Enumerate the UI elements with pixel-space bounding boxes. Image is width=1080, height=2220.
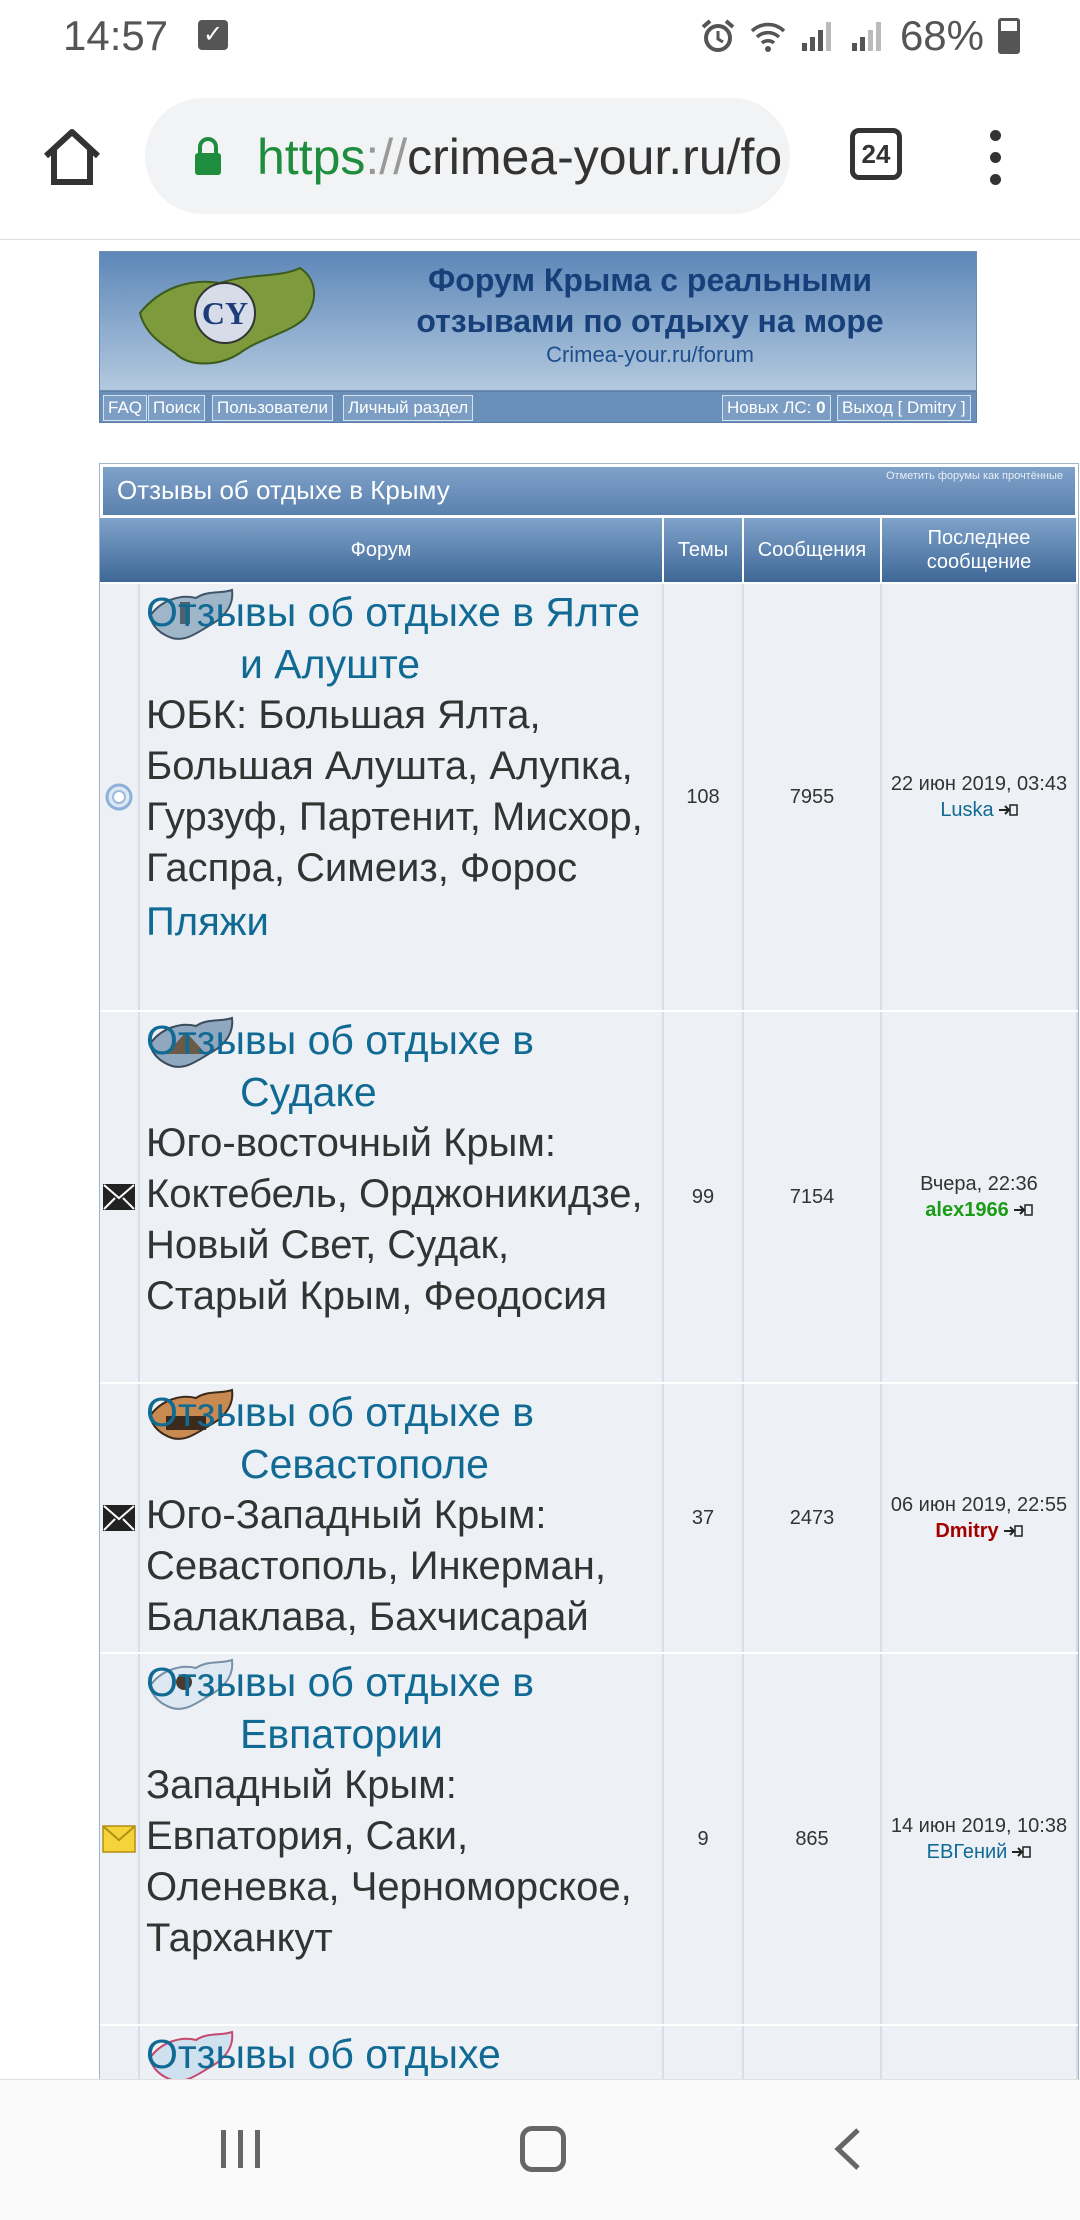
forum-nav: FAQ Поиск Пользователи Личный раздел Нов… (99, 391, 977, 423)
nav-faq[interactable]: FAQ (103, 395, 148, 421)
forum-link[interactable]: Отзывы об отдыхе (146, 2028, 656, 2079)
forum-cell: Отзывы об отдыхе в Севастополе Юго-Запад… (140, 1384, 664, 1652)
signal-2-icon (851, 22, 881, 51)
url-scheme: https (257, 129, 366, 185)
new-pm-label: Новых ЛС: (727, 398, 812, 417)
forum-table: Отзывы об отдыхе в Крыму Отметить форумы… (99, 463, 1079, 2079)
posts-count: 2473 (744, 1384, 882, 1652)
browser-toolbar: https://crimea-your.ru/fo 24 (0, 72, 1080, 240)
table-row: Отзывы об отдыхе в Севастополе Юго-Запад… (100, 1382, 1078, 1652)
forum-status-icon (100, 1012, 140, 1382)
table-row: Отзывы об отдыхе в Евпатории Западный Кр… (100, 1652, 1078, 2024)
col-forum: Форум (100, 518, 664, 582)
goto-post-icon[interactable] (1013, 1204, 1033, 1216)
table-row: Отзывы об отдыхе в Ялте и Алуште ЮБК: Бо… (100, 582, 1078, 1010)
nav-users[interactable]: Пользователи (212, 395, 333, 421)
forum-status-icon (100, 584, 140, 1010)
last-post: 06 июн 2019, 22:55 Dmitry (882, 1384, 1078, 1652)
last-post-date: 06 июн 2019, 22:55 (890, 1494, 1068, 1516)
new-pm-count: 0 (816, 398, 826, 417)
last-post-date: Вчера, 22:36 (920, 1173, 1038, 1195)
table-header: Форум Темы Сообщения Последнее сообщение (100, 518, 1078, 582)
status-bar: 14:57 ✓ 68% (0, 0, 1080, 72)
category-title[interactable]: Отзывы об отдыхе в Крыму (117, 475, 450, 505)
goto-post-icon[interactable] (1003, 1525, 1023, 1537)
url-host: crimea-your.ru/fo (407, 129, 783, 185)
banner-subtitle: Crimea-your.ru/forum (546, 342, 754, 367)
posts-count (744, 2026, 882, 2079)
posts-count: 7154 (744, 1012, 882, 1382)
posts-count: 7955 (744, 584, 882, 1010)
status-time: 14:57 (63, 12, 169, 59)
forum-cell: Отзывы об отдыхе (140, 2026, 664, 2079)
system-nav-bar (0, 2079, 1080, 2220)
lock-icon (195, 137, 221, 175)
last-post: Вчера, 22:36 alex1966 (882, 1012, 1078, 1382)
forum-description: Западный Крым: Евпатория, Саки, Оленевка… (146, 1763, 632, 1960)
goto-post-icon[interactable] (998, 804, 1018, 816)
forum-cell: Отзывы об отдыхе в Судаке Юго-восточный … (140, 1012, 664, 1382)
url-separator: :// (365, 129, 408, 185)
last-post: 14 июн 2019, 10:38 ЕВГений (882, 1654, 1078, 2024)
banner-title: Форум Крыма с реальными отзывами по отды… (416, 262, 884, 339)
nav-personal[interactable]: Личный раздел (343, 395, 474, 421)
forum-status-icon (100, 1384, 140, 1652)
last-post-user[interactable]: alex1966 (925, 1199, 1008, 1221)
address-bar[interactable]: https://crimea-your.ru/fo (145, 98, 790, 214)
web-page: CY Форум Крыма с реальными отзывами по о… (0, 241, 1080, 2079)
nav-logout[interactable]: Выход [ Dmitry ] (837, 395, 971, 421)
forum-banner[interactable]: CY Форум Крыма с реальными отзывами по о… (99, 251, 977, 391)
forum-cell: Отзывы об отдыхе в Евпатории Западный Кр… (140, 1654, 664, 2024)
col-topics: Темы (664, 518, 744, 582)
signal-icon (801, 22, 831, 51)
goto-post-icon[interactable] (1011, 1846, 1032, 1858)
url-text: https://crimea-your.ru/fo (257, 128, 782, 186)
overflow-menu-icon[interactable] (990, 130, 1002, 186)
tabs-count-button[interactable]: 24 (850, 128, 902, 180)
battery-percent: 68% (899, 12, 984, 59)
last-post-user[interactable]: Dmitry (935, 1520, 998, 1542)
forum-description: ЮБК: Большая Ялта, Большая Алушта, Алупк… (146, 693, 643, 890)
col-posts: Сообщения (744, 518, 882, 582)
forum-cell: Отзывы об отдыхе в Ялте и Алуште ЮБК: Бо… (140, 584, 664, 1010)
table-row: Отзывы об отдыхе (100, 2024, 1078, 2079)
logo-text: CY (202, 295, 248, 331)
last-post-user[interactable]: Luska (940, 799, 993, 821)
back-icon[interactable] (828, 2126, 868, 2172)
topics-count: 99 (664, 1012, 744, 1382)
nav-new-pm[interactable]: Новых ЛС: 0 (722, 395, 831, 421)
alarm-icon (701, 19, 735, 52)
topics-count: 108 (664, 584, 744, 1010)
forum-description: Юго-Западный Крым: Севастополь, Инкерман… (146, 1493, 606, 1639)
crimea-logo-icon: CY (138, 266, 315, 365)
home-nav-icon[interactable] (520, 2126, 566, 2172)
last-post-date: 22 июн 2019, 03:43 (890, 773, 1068, 795)
last-post-date: 14 июн 2019, 10:38 (890, 1815, 1068, 1837)
home-icon[interactable] (40, 124, 104, 188)
mark-read-link[interactable]: Отметить форумы как прочтённые (886, 469, 1063, 483)
forum-description: Юго-восточный Крым: Коктебель, Орджоники… (146, 1121, 643, 1318)
topics-count (664, 2026, 744, 2079)
last-post (882, 2026, 1078, 2079)
recent-apps-icon[interactable] (218, 2126, 264, 2172)
wifi-icon (750, 22, 786, 52)
forum-status-icon (100, 1654, 140, 2024)
topics-count: 37 (664, 1384, 744, 1652)
table-row: Отзывы об отдыхе в Судаке Юго-восточный … (100, 1010, 1078, 1382)
category-header: Отзывы об отдыхе в Крыму Отметить форумы… (103, 467, 1075, 515)
last-post: 22 июн 2019, 03:43 Luska (882, 584, 1078, 1010)
topics-count: 9 (664, 1654, 744, 2024)
posts-count: 865 (744, 1654, 882, 2024)
last-post-user[interactable]: ЕВГений (927, 1841, 1008, 1863)
nav-search[interactable]: Поиск (148, 395, 206, 421)
battery-icon (998, 18, 1020, 54)
forum-status-cell (100, 2026, 140, 2079)
notification-check-icon: ✓ (198, 20, 228, 50)
subforum-link[interactable]: Пляжи (146, 894, 656, 950)
status-icons: 68% (700, 12, 1020, 60)
col-last: Последнее сообщение (882, 518, 1078, 582)
